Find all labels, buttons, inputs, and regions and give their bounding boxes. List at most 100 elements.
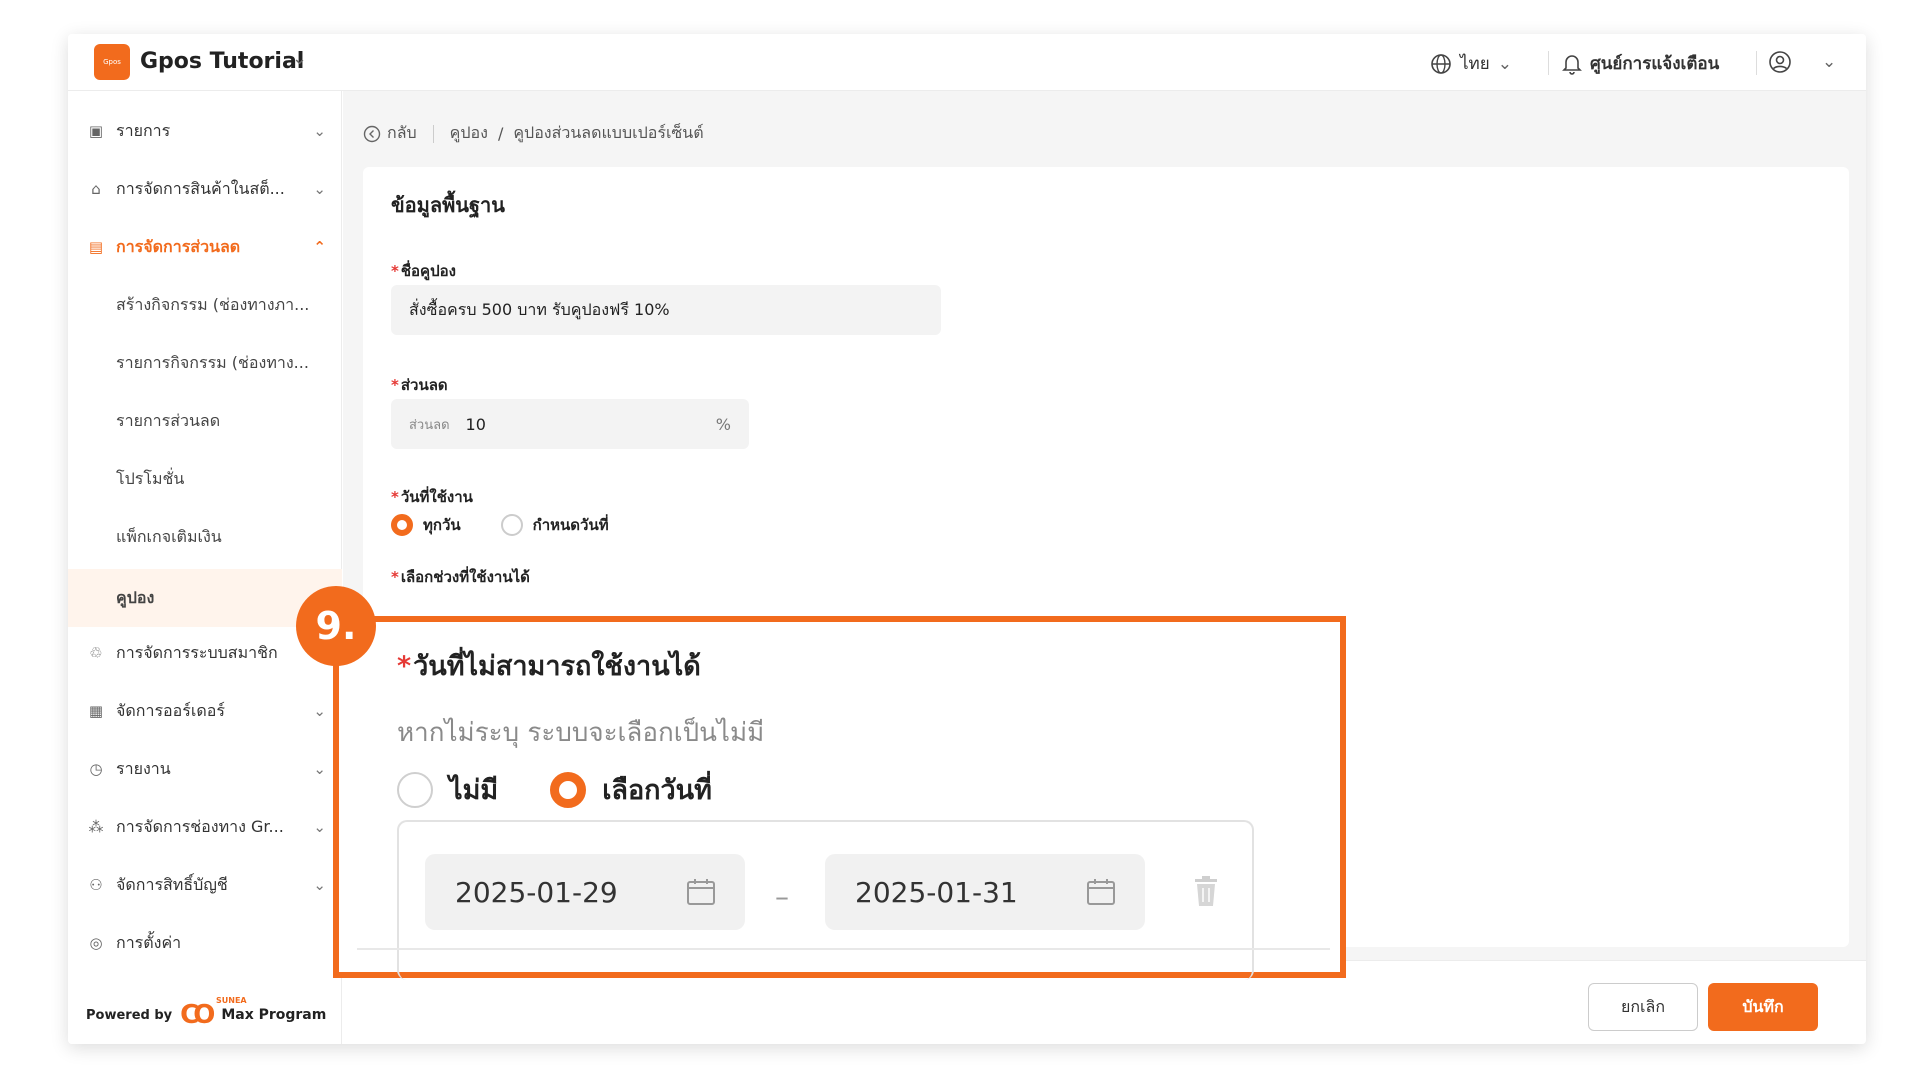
- calendar-icon[interactable]: [685, 876, 717, 908]
- notification-label: ศูนย์การแจ้งเตือน: [1590, 54, 1720, 74]
- brand-logo-icon: CO: [180, 1000, 215, 1030]
- sidebar-item-label: การจัดการช่องทาง Gr...: [116, 816, 284, 836]
- breadcrumb: กลับ คูปอง / คูปองส่วนลดแบบเปอร์เซ็นต์: [363, 121, 704, 146]
- save-button[interactable]: บันทึก: [1708, 983, 1818, 1031]
- discount-prefix: ส่วนลด: [409, 417, 450, 433]
- radio-everyday-label: ทุกวัน: [423, 516, 461, 534]
- cancel-button[interactable]: ยกเลิก: [1588, 983, 1698, 1031]
- usage-day-options: ทุกวัน กำหนดวันที่: [391, 513, 609, 537]
- warehouse-icon: ⌂: [91, 180, 101, 198]
- sidebar-item-reports[interactable]: ◷ รายงาน ⌄: [68, 743, 342, 795]
- sidebar-item-label: รายการกิจกรรม (ช่องทาง...: [116, 352, 309, 372]
- sidebar-item-settings[interactable]: ◎ การตั้งค่า: [68, 917, 342, 969]
- sidebar-item-label: โปรโมชั่น: [116, 468, 185, 488]
- user-menu[interactable]: ⌄: [1768, 50, 1836, 74]
- language-label: ไทย: [1460, 54, 1490, 74]
- sidebar-item-account-rights[interactable]: ⚇ จัดการสิทธิ์บัญชี ⌄: [68, 859, 342, 911]
- end-date-input[interactable]: 2025-01-31: [825, 854, 1145, 930]
- radio-select-date-label: เลือกวันที่: [602, 775, 712, 806]
- discount-icon: ▤: [88, 238, 104, 256]
- sidebar-item-discounts[interactable]: ▤ การจัดการส่วนลด ⌃: [68, 221, 342, 273]
- radio-specific-date[interactable]: [500, 514, 523, 536]
- radio-none-label: ไม่มี: [449, 775, 499, 806]
- start-date-input[interactable]: 2025-01-29: [425, 854, 745, 930]
- radio-everyday[interactable]: [391, 514, 413, 536]
- sidebar-item-label: แพ็กเกจเติมเงิน: [116, 526, 222, 546]
- discount-unit: %: [715, 414, 731, 434]
- settings-icon: ◎: [89, 934, 103, 952]
- sidebar-item-label: การจัดการสินค้าในสต็...: [116, 178, 285, 198]
- sidebar-subitem-topup-package[interactable]: แพ็กเกจเติมเงิน: [68, 511, 342, 563]
- top-bar: Gpos Gpos Tutorial ⌄ ไทย ⌄ ศูนย์การแจ้งเ…: [68, 34, 1866, 91]
- sidebar-item-label: การจัดการระบบสมาชิก: [116, 642, 278, 662]
- unavailable-dates-hint: หากไม่ระบุ ระบบจะเลือกเป็นไม่มี: [397, 718, 765, 748]
- usage-period-label: * เลือกช่วงที่ใช้งานได้: [391, 568, 530, 586]
- radio-select-date[interactable]: [550, 771, 587, 808]
- trash-icon[interactable]: [1191, 874, 1221, 908]
- order-icon: ▦: [88, 702, 104, 720]
- date-range-row: 2025-01-29 – 2025-01-31: [397, 820, 1254, 980]
- unavailable-dates-callout: *วันที่ไม่สามารถใช้งานได้ หากไม่ระบุ ระบ…: [333, 616, 1346, 980]
- back-button[interactable]: กลับ: [363, 121, 417, 146]
- sidebar-subitem-activity-list[interactable]: รายการกิจกรรม (ช่องทาง...: [68, 337, 342, 389]
- section-title: ข้อมูลพื้นฐาน: [391, 193, 505, 217]
- step-badge: 9.: [296, 586, 376, 666]
- chevron-down-icon: ⌄: [313, 760, 326, 778]
- coupon-name-value: สั่งซื้อครบ 500 บาท รับคูปองฟรี 10%: [409, 299, 670, 319]
- calendar-icon[interactable]: [1085, 876, 1117, 908]
- notification-center[interactable]: ศูนย์การแจ้งเตือน: [1562, 50, 1719, 77]
- brand-sub: SUNEA: [216, 996, 247, 1005]
- powered-by-label: Powered by: [86, 1007, 173, 1023]
- user-avatar-icon: [1769, 51, 1791, 73]
- discount-value: 10: [465, 414, 486, 434]
- sidebar-item-label: รายการ: [116, 120, 171, 140]
- divider: [357, 948, 1330, 950]
- breadcrumb-separator: /: [497, 124, 504, 143]
- chevron-down-icon: ⌄: [1822, 52, 1837, 72]
- sidebar-item-orders[interactable]: ▦ จัดการออร์เดอร์ ⌄: [68, 685, 342, 737]
- divider: [1756, 51, 1757, 75]
- breadcrumb-coupon[interactable]: คูปอง: [450, 121, 488, 146]
- sidebar-item-label: จัดการสิทธิ์บัญชี: [116, 874, 228, 894]
- box-icon: ▣: [88, 122, 104, 140]
- sidebar-item-list[interactable]: ▣ รายการ ⌄: [68, 105, 342, 157]
- range-dash: –: [775, 880, 789, 913]
- sidebar-item-label: การตั้งค่า: [116, 932, 182, 952]
- globe-icon: [1431, 53, 1451, 74]
- unavailable-dates-options: ไม่มี เลือกวันที่: [397, 768, 712, 811]
- usage-day-label: * วันที่ใช้งาน: [391, 488, 473, 506]
- chevron-down-icon: ⌄: [1497, 53, 1512, 74]
- end-date-value: 2025-01-31: [855, 875, 1018, 909]
- sidebar-subitem-discount-list[interactable]: รายการส่วนลด: [68, 395, 342, 447]
- sidebar: ▣ รายการ ⌄ ⌂ การจัดการสินค้าในสต็... ⌄ ▤…: [68, 91, 342, 1044]
- bell-icon: [1562, 54, 1582, 75]
- chevron-down-icon: ⌄: [313, 180, 326, 198]
- sidebar-item-inventory[interactable]: ⌂ การจัดการสินค้าในสต็... ⌄: [68, 163, 342, 215]
- chevron-down-icon: ⌄: [313, 876, 326, 894]
- brand-name: Max Program: [221, 1007, 327, 1023]
- radio-none[interactable]: [397, 771, 433, 808]
- sidebar-item-label: สร้างกิจกรรม (ช่องทางภา...: [116, 294, 310, 314]
- breadcrumb-current: คูปองส่วนลดแบบเปอร์เซ็นต์: [513, 123, 704, 142]
- sidebar-subitem-promotion[interactable]: โปรโมชั่น: [68, 453, 342, 505]
- divider: [1548, 51, 1549, 75]
- sidebar-item-label: รายงาน: [116, 758, 171, 778]
- sidebar-subitem-create-activity[interactable]: สร้างกิจกรรม (ช่องทางภา...: [68, 279, 342, 331]
- chevron-up-icon: ⌃: [313, 238, 326, 256]
- chevron-down-icon[interactable]: ⌄: [292, 48, 307, 69]
- channel-icon: ⁂: [88, 818, 104, 836]
- app-title[interactable]: Gpos Tutorial: [140, 49, 304, 74]
- account-icon: ⚇: [89, 876, 103, 894]
- sidebar-item-channels[interactable]: ⁂ การจัดการช่องทาง Gr... ⌄: [68, 801, 342, 853]
- chevron-down-icon: ⌄: [313, 122, 326, 140]
- unavailable-dates-title: *วันที่ไม่สามารถใช้งานได้: [397, 651, 701, 682]
- radio-specific-date-label: กำหนดวันที่: [532, 516, 609, 534]
- discount-label: * ส่วนลด: [391, 376, 448, 394]
- back-arrow-icon: [363, 125, 381, 142]
- coupon-name-input[interactable]: สั่งซื้อครบ 500 บาท รับคูปองฟรี 10%: [391, 285, 941, 335]
- sidebar-item-label: คูปอง: [116, 587, 155, 607]
- member-icon: ♲: [89, 644, 103, 662]
- discount-input[interactable]: ส่วนลด 10 %: [391, 399, 749, 449]
- app-logo: Gpos: [94, 44, 130, 80]
- language-selector[interactable]: ไทย ⌄: [1430, 50, 1512, 77]
